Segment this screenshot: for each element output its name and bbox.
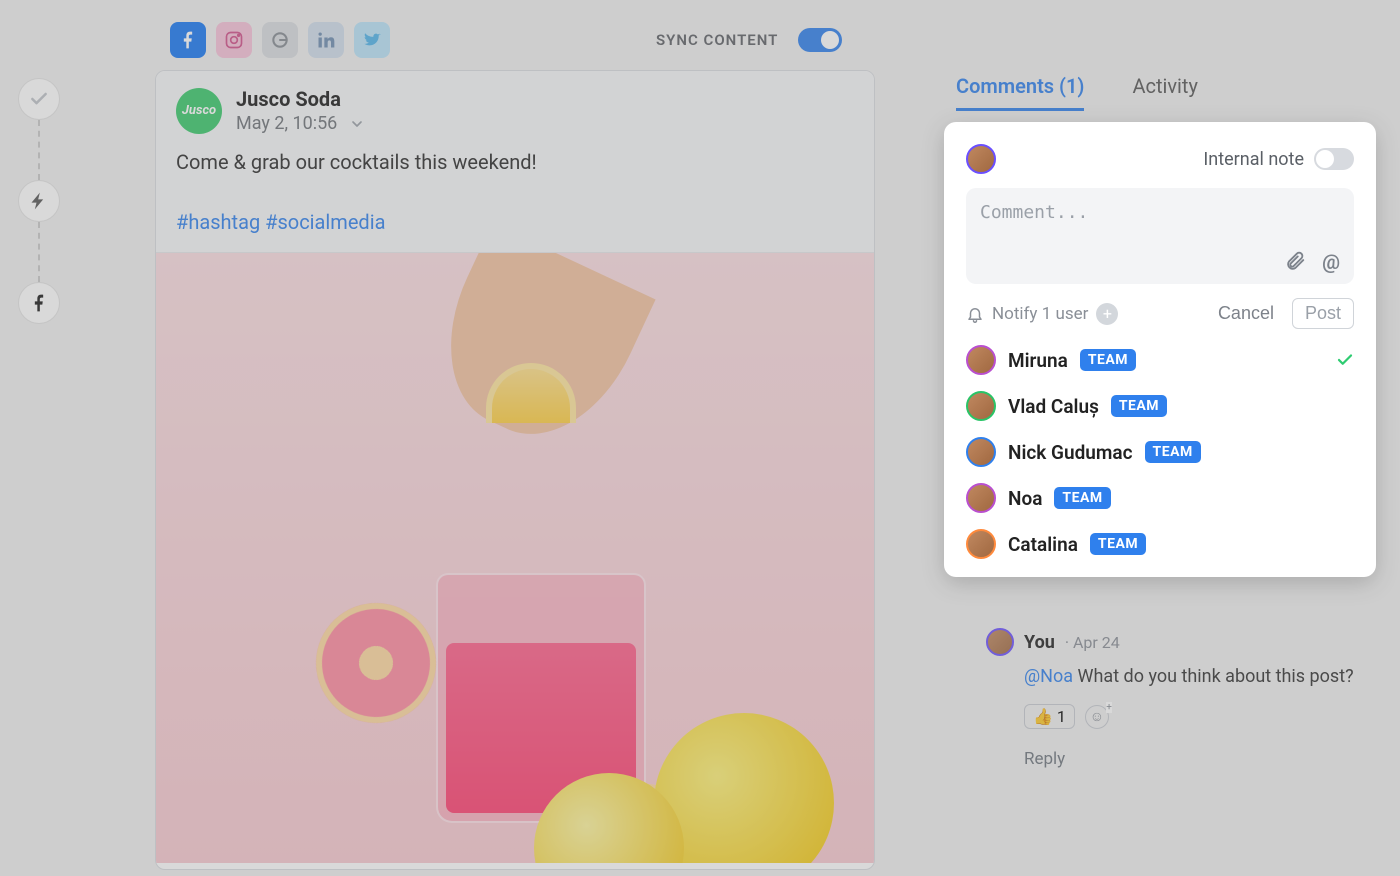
team-badge: TEAM: [1111, 395, 1167, 417]
post-body-text[interactable]: Come & grab our cocktails this weekend!: [176, 148, 854, 176]
comment-text: What do you think about this post?: [1073, 666, 1354, 687]
internal-note-toggle[interactable]: [1314, 148, 1354, 170]
rail-connector: [38, 222, 40, 282]
avatar: [966, 483, 996, 513]
social-network-row: [170, 22, 390, 58]
account-avatar: Jusco: [176, 88, 222, 134]
team-badge: TEAM: [1090, 533, 1146, 555]
cancel-button[interactable]: Cancel: [1218, 303, 1274, 324]
add-notify-user-icon[interactable]: +: [1096, 303, 1118, 325]
status-bolt-icon[interactable]: [18, 180, 60, 222]
team-badge: TEAM: [1145, 441, 1201, 463]
user-name: Miruna: [1008, 349, 1068, 372]
team-badge: TEAM: [1080, 349, 1136, 371]
instagram-icon[interactable]: [216, 22, 252, 58]
right-tabs: Comments (1) Activity: [956, 74, 1198, 111]
sync-content-label: SYNC CONTENT: [656, 31, 778, 49]
tab-activity[interactable]: Activity: [1132, 74, 1197, 111]
post-card: Jusco Jusco Soda May 2, 10:56 Come & gra…: [155, 70, 875, 870]
post-date[interactable]: May 2, 10:56: [236, 113, 365, 134]
user-name: Catalina: [1008, 533, 1078, 556]
post-button[interactable]: Post: [1292, 298, 1354, 329]
post-header: Jusco Jusco Soda May 2, 10:56 Come & gra…: [156, 71, 874, 253]
avatar: [966, 391, 996, 421]
account-name: Jusco Soda: [236, 87, 365, 111]
channel-facebook-icon[interactable]: [18, 282, 60, 324]
toggle-on-icon[interactable]: [798, 28, 842, 52]
check-icon: [1336, 351, 1354, 369]
comment-body: @Noa What do you think about this post?: [1024, 664, 1366, 690]
user-name: Noa: [1008, 487, 1042, 510]
google-icon[interactable]: [262, 22, 298, 58]
mention[interactable]: @Noa: [1024, 666, 1073, 687]
status-approved-icon[interactable]: [18, 78, 60, 120]
post-image: [156, 253, 874, 863]
notify-user-row[interactable]: Noa TEAM: [966, 483, 1354, 513]
reaction-count: 1: [1057, 707, 1066, 726]
reply-button[interactable]: Reply: [1024, 749, 1366, 769]
linkedin-icon[interactable]: [308, 22, 344, 58]
avatar: [966, 437, 996, 467]
notify-user-row[interactable]: Miruna TEAM: [966, 345, 1354, 375]
sync-content-toggle[interactable]: SYNC CONTENT: [656, 28, 842, 52]
chevron-down-icon[interactable]: [349, 116, 365, 132]
post-hashtags[interactable]: #hashtag #socialmedia: [176, 210, 854, 234]
comment-item: You · Apr 24 @Noa What do you think abou…: [986, 628, 1366, 769]
facebook-icon[interactable]: [170, 22, 206, 58]
notify-users[interactable]: Notify 1 user +: [966, 303, 1118, 325]
notify-user-row[interactable]: Nick Gudumac TEAM: [966, 437, 1354, 467]
internal-note-label: Internal note: [1203, 149, 1304, 170]
avatar: [966, 345, 996, 375]
avatar: [986, 628, 1014, 656]
attachment-icon[interactable]: [1284, 250, 1306, 274]
notify-text: Notify 1 user: [992, 304, 1088, 324]
comment-input-box[interactable]: @: [966, 188, 1354, 284]
tab-comments[interactable]: Comments (1): [956, 74, 1084, 111]
post-date-text: May 2, 10:56: [236, 113, 337, 134]
user-name: Vlad Caluș: [1008, 395, 1099, 418]
comment-author: You: [1024, 632, 1055, 653]
thumbs-up-icon: 👍: [1033, 707, 1053, 726]
reaction-pill[interactable]: 👍 1: [1024, 704, 1075, 729]
comment-input[interactable]: [980, 202, 1340, 246]
bell-icon: [966, 305, 984, 323]
user-name: Nick Gudumac: [1008, 441, 1133, 464]
notify-user-row[interactable]: Vlad Caluș TEAM: [966, 391, 1354, 421]
comment-compose-panel: Internal note @ Notify 1 user + Cancel P…: [944, 122, 1376, 577]
left-status-rail: [14, 78, 64, 324]
team-badge: TEAM: [1054, 487, 1110, 509]
mention-icon[interactable]: @: [1322, 250, 1340, 274]
avatar: [966, 529, 996, 559]
current-user-avatar: [966, 144, 996, 174]
notify-user-row[interactable]: Catalina TEAM: [966, 529, 1354, 559]
rail-connector: [38, 120, 40, 180]
twitter-icon[interactable]: [354, 22, 390, 58]
notify-user-list: Miruna TEAM Vlad Caluș TEAM Nick Gudumac TEAM…: [966, 345, 1354, 559]
comment-date: · Apr 24: [1065, 633, 1120, 652]
add-reaction-icon[interactable]: ☺: [1085, 705, 1109, 729]
